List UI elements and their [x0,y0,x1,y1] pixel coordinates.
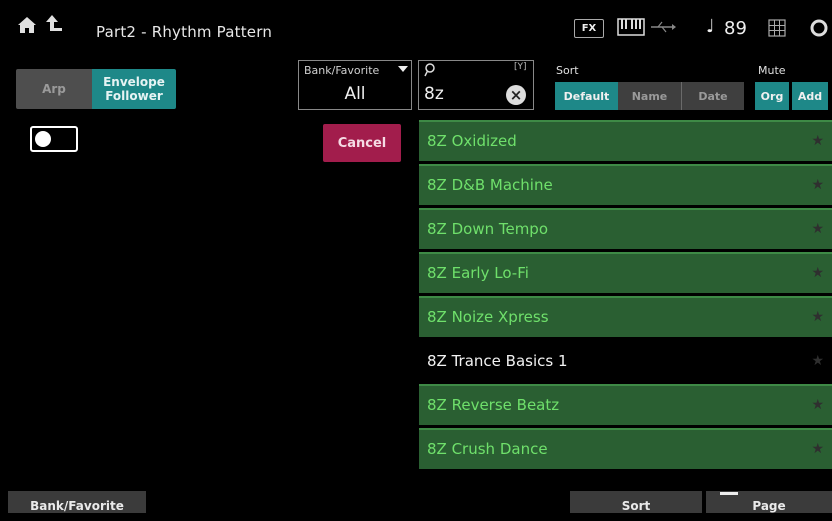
mute-label: Mute [758,64,786,77]
list-item-label: 8Z Trance Basics 1 [427,352,568,370]
list-item[interactable]: 8Z Noize Xpress ★ [419,296,832,337]
gear-icon[interactable] [808,17,830,39]
tab-arp[interactable]: Arp [16,69,92,109]
star-icon[interactable]: ★ [811,133,824,149]
keyboard-icon [617,18,645,36]
star-icon[interactable]: ★ [811,309,824,325]
star-icon[interactable]: ★ [811,397,824,413]
list-item[interactable]: 8Z Early Lo-Fi ★ [419,252,832,293]
star-icon[interactable]: ★ [811,177,824,193]
caret-down-icon [398,66,408,72]
bottom-bank-favorite-button[interactable]: Bank/Favorite [8,491,146,513]
page-title: Part2 - Rhythm Pattern [96,23,273,41]
list-item-label: 8Z Oxidized [427,132,517,150]
clear-icon[interactable]: × [506,85,526,105]
cancel-button[interactable]: Cancel [323,124,401,162]
list-item[interactable]: 8Z Crush Dance ★ [419,428,832,469]
tab-envelope-follower[interactable]: Envelope Follower [92,69,176,109]
fx-badge[interactable]: FX [574,19,604,38]
up-arrow-icon[interactable] [44,12,66,36]
search-icon [424,63,435,77]
list-item-label: 8Z Reverse Beatz [427,396,560,414]
bottom-sort-button[interactable]: Sort [570,491,702,513]
usb-icon [651,21,676,33]
star-icon[interactable]: ★ [811,221,824,237]
list-item-label: 8Z Crush Dance [427,440,548,458]
toggle-switch[interactable] [30,126,78,152]
minus-icon [720,492,738,495]
note-icon: ♩ [706,16,715,37]
search-hint: [Y] [514,62,527,72]
list-item-label: 8Z D&B Machine [427,176,553,194]
list-item[interactable]: 8Z Oxidized ★ [419,120,832,161]
sort-default-button[interactable]: Default [555,82,618,110]
sort-label: Sort [556,64,579,77]
list-item-label: 8Z Down Tempo [427,220,549,238]
list-item[interactable]: 8Z Reverse Beatz ★ [419,384,832,425]
bank-favorite-value: All [344,84,366,104]
home-icon[interactable] [16,14,38,36]
tempo-value[interactable]: 89 [724,18,747,39]
search-input[interactable] [424,84,494,104]
sort-name-button[interactable]: Name [618,82,681,110]
pattern-list: 8Z Oxidized ★ 8Z D&B Machine ★ 8Z Down T… [419,120,832,472]
list-item[interactable]: 8Z D&B Machine ★ [419,164,832,205]
grid-icon[interactable] [768,19,786,37]
star-icon[interactable]: ★ [811,353,824,369]
star-icon[interactable]: ★ [811,441,824,457]
toggle-knob [35,131,51,147]
list-item[interactable]: 8Z Down Tempo ★ [419,208,832,249]
list-item-selected[interactable]: 8Z Trance Basics 1 ★ [419,340,832,381]
sort-date-button[interactable]: Date [681,82,744,110]
list-item-label: 8Z Noize Xpress [427,308,549,326]
mute-add-button[interactable]: Add [792,82,828,110]
bank-favorite-label: Bank/Favorite [304,64,380,77]
star-icon[interactable]: ★ [811,265,824,281]
mute-org-button[interactable]: Org [755,82,789,110]
list-item-label: 8Z Early Lo-Fi [427,264,529,282]
